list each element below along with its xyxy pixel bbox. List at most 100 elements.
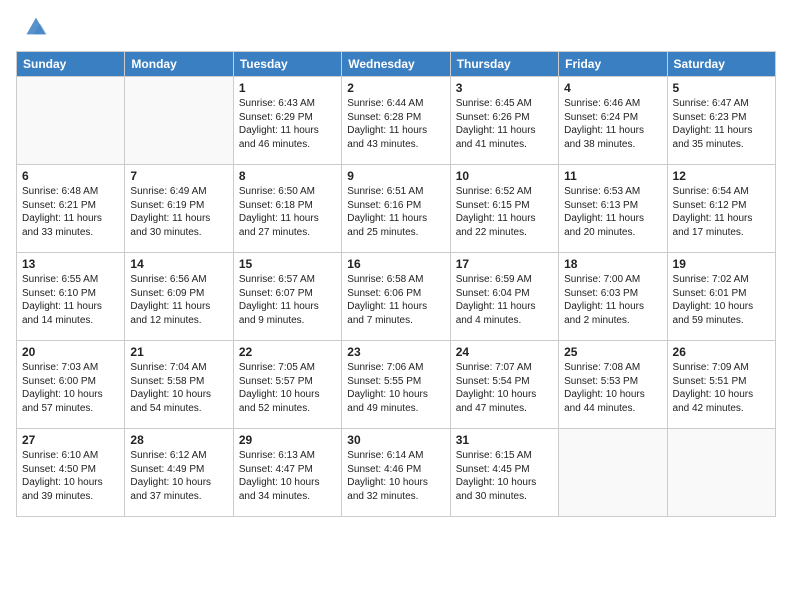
cell-info-line: Sunset: 6:01 PM bbox=[673, 287, 770, 301]
cell-info-line: Sunrise: 7:04 AM bbox=[130, 361, 227, 375]
day-number: 23 bbox=[347, 345, 444, 359]
logo-icon bbox=[22, 12, 50, 40]
cell-info-line: and 44 minutes. bbox=[564, 402, 661, 416]
day-header-sunday: Sunday bbox=[17, 52, 125, 77]
cell-info-line: and 38 minutes. bbox=[564, 138, 661, 152]
page: SundayMondayTuesdayWednesdayThursdayFrid… bbox=[0, 0, 792, 612]
calendar-cell: 21Sunrise: 7:04 AMSunset: 5:58 PMDayligh… bbox=[125, 341, 233, 429]
cell-info-line: Daylight: 10 hours bbox=[456, 388, 553, 402]
cell-info-line: Daylight: 11 hours bbox=[347, 300, 444, 314]
day-header-monday: Monday bbox=[125, 52, 233, 77]
cell-info-line: Daylight: 10 hours bbox=[239, 388, 336, 402]
cell-info-line: Sunrise: 6:55 AM bbox=[22, 273, 119, 287]
day-number: 10 bbox=[456, 169, 553, 183]
cell-info-line: Daylight: 10 hours bbox=[347, 388, 444, 402]
calendar-cell bbox=[17, 77, 125, 165]
calendar-cell: 9Sunrise: 6:51 AMSunset: 6:16 PMDaylight… bbox=[342, 165, 450, 253]
day-header-friday: Friday bbox=[559, 52, 667, 77]
cell-info-line: Sunrise: 7:03 AM bbox=[22, 361, 119, 375]
cell-info-line: Sunrise: 7:00 AM bbox=[564, 273, 661, 287]
cell-info-line: and 27 minutes. bbox=[239, 226, 336, 240]
calendar-cell bbox=[559, 429, 667, 517]
cell-info-line: Sunrise: 7:05 AM bbox=[239, 361, 336, 375]
day-number: 28 bbox=[130, 433, 227, 447]
cell-info-line: Sunrise: 6:15 AM bbox=[456, 449, 553, 463]
cell-info-line: and 30 minutes. bbox=[456, 490, 553, 504]
cell-info-line: Daylight: 10 hours bbox=[22, 388, 119, 402]
cell-info-line: Sunset: 6:06 PM bbox=[347, 287, 444, 301]
cell-info-line: Sunrise: 7:09 AM bbox=[673, 361, 770, 375]
calendar-cell: 27Sunrise: 6:10 AMSunset: 4:50 PMDayligh… bbox=[17, 429, 125, 517]
cell-info-line: Sunset: 6:19 PM bbox=[130, 199, 227, 213]
cell-info-line: Sunrise: 6:49 AM bbox=[130, 185, 227, 199]
calendar-cell: 23Sunrise: 7:06 AMSunset: 5:55 PMDayligh… bbox=[342, 341, 450, 429]
cell-info-line: Sunrise: 6:54 AM bbox=[673, 185, 770, 199]
cell-info-line: Daylight: 10 hours bbox=[130, 476, 227, 490]
cell-info-line: Sunset: 6:03 PM bbox=[564, 287, 661, 301]
cell-info-line: Sunrise: 6:48 AM bbox=[22, 185, 119, 199]
cell-info-line: Sunrise: 7:07 AM bbox=[456, 361, 553, 375]
day-number: 11 bbox=[564, 169, 661, 183]
calendar-cell: 14Sunrise: 6:56 AMSunset: 6:09 PMDayligh… bbox=[125, 253, 233, 341]
calendar-cell: 12Sunrise: 6:54 AMSunset: 6:12 PMDayligh… bbox=[667, 165, 775, 253]
cell-info-line: Daylight: 10 hours bbox=[22, 476, 119, 490]
cell-info-line: and 30 minutes. bbox=[130, 226, 227, 240]
cell-info-line: Sunrise: 6:53 AM bbox=[564, 185, 661, 199]
cell-info-line: Sunrise: 6:56 AM bbox=[130, 273, 227, 287]
cell-info-line: Daylight: 11 hours bbox=[673, 124, 770, 138]
cell-info-line: Sunrise: 6:45 AM bbox=[456, 97, 553, 111]
calendar-cell: 19Sunrise: 7:02 AMSunset: 6:01 PMDayligh… bbox=[667, 253, 775, 341]
cell-info-line: Sunset: 5:54 PM bbox=[456, 375, 553, 389]
cell-info-line: Sunset: 5:55 PM bbox=[347, 375, 444, 389]
cell-info-line: and 34 minutes. bbox=[239, 490, 336, 504]
cell-info-line: Daylight: 11 hours bbox=[239, 300, 336, 314]
cell-info-line: Sunset: 6:16 PM bbox=[347, 199, 444, 213]
calendar-cell: 28Sunrise: 6:12 AMSunset: 4:49 PMDayligh… bbox=[125, 429, 233, 517]
day-number: 21 bbox=[130, 345, 227, 359]
day-number: 30 bbox=[347, 433, 444, 447]
cell-info-line: Sunset: 4:50 PM bbox=[22, 463, 119, 477]
cell-info-line: Sunset: 5:53 PM bbox=[564, 375, 661, 389]
day-number: 7 bbox=[130, 169, 227, 183]
logo bbox=[20, 12, 50, 45]
cell-info-line: and 35 minutes. bbox=[673, 138, 770, 152]
cell-info-line: Daylight: 10 hours bbox=[564, 388, 661, 402]
calendar-cell: 13Sunrise: 6:55 AMSunset: 6:10 PMDayligh… bbox=[17, 253, 125, 341]
calendar-cell: 3Sunrise: 6:45 AMSunset: 6:26 PMDaylight… bbox=[450, 77, 558, 165]
calendar-cell: 6Sunrise: 6:48 AMSunset: 6:21 PMDaylight… bbox=[17, 165, 125, 253]
calendar-cell: 22Sunrise: 7:05 AMSunset: 5:57 PMDayligh… bbox=[233, 341, 341, 429]
calendar-cell: 11Sunrise: 6:53 AMSunset: 6:13 PMDayligh… bbox=[559, 165, 667, 253]
cell-info-line: Daylight: 11 hours bbox=[22, 300, 119, 314]
cell-info-line: Sunrise: 6:10 AM bbox=[22, 449, 119, 463]
cell-info-line: Sunset: 6:09 PM bbox=[130, 287, 227, 301]
day-number: 17 bbox=[456, 257, 553, 271]
cell-info-line: and 39 minutes. bbox=[22, 490, 119, 504]
cell-info-line: and 41 minutes. bbox=[456, 138, 553, 152]
cell-info-line: Sunset: 6:13 PM bbox=[564, 199, 661, 213]
cell-info-line: and 12 minutes. bbox=[130, 314, 227, 328]
cell-info-line: Sunrise: 6:52 AM bbox=[456, 185, 553, 199]
day-number: 3 bbox=[456, 81, 553, 95]
day-number: 29 bbox=[239, 433, 336, 447]
day-number: 15 bbox=[239, 257, 336, 271]
day-number: 14 bbox=[130, 257, 227, 271]
cell-info-line: Sunset: 4:46 PM bbox=[347, 463, 444, 477]
cell-info-line: and 32 minutes. bbox=[347, 490, 444, 504]
cell-info-line: Daylight: 11 hours bbox=[564, 300, 661, 314]
day-number: 6 bbox=[22, 169, 119, 183]
day-number: 5 bbox=[673, 81, 770, 95]
cell-info-line: Sunrise: 6:43 AM bbox=[239, 97, 336, 111]
calendar: SundayMondayTuesdayWednesdayThursdayFrid… bbox=[16, 51, 776, 602]
cell-info-line: Sunrise: 7:02 AM bbox=[673, 273, 770, 287]
day-header-wednesday: Wednesday bbox=[342, 52, 450, 77]
calendar-cell: 1Sunrise: 6:43 AMSunset: 6:29 PMDaylight… bbox=[233, 77, 341, 165]
calendar-cell: 18Sunrise: 7:00 AMSunset: 6:03 PMDayligh… bbox=[559, 253, 667, 341]
calendar-cell: 7Sunrise: 6:49 AMSunset: 6:19 PMDaylight… bbox=[125, 165, 233, 253]
cell-info-line: and 14 minutes. bbox=[22, 314, 119, 328]
cell-info-line: Sunrise: 6:51 AM bbox=[347, 185, 444, 199]
cell-info-line: Daylight: 11 hours bbox=[239, 124, 336, 138]
calendar-week-2: 6Sunrise: 6:48 AMSunset: 6:21 PMDaylight… bbox=[17, 165, 776, 253]
cell-info-line: and 57 minutes. bbox=[22, 402, 119, 416]
cell-info-line: Daylight: 11 hours bbox=[347, 124, 444, 138]
day-number: 16 bbox=[347, 257, 444, 271]
